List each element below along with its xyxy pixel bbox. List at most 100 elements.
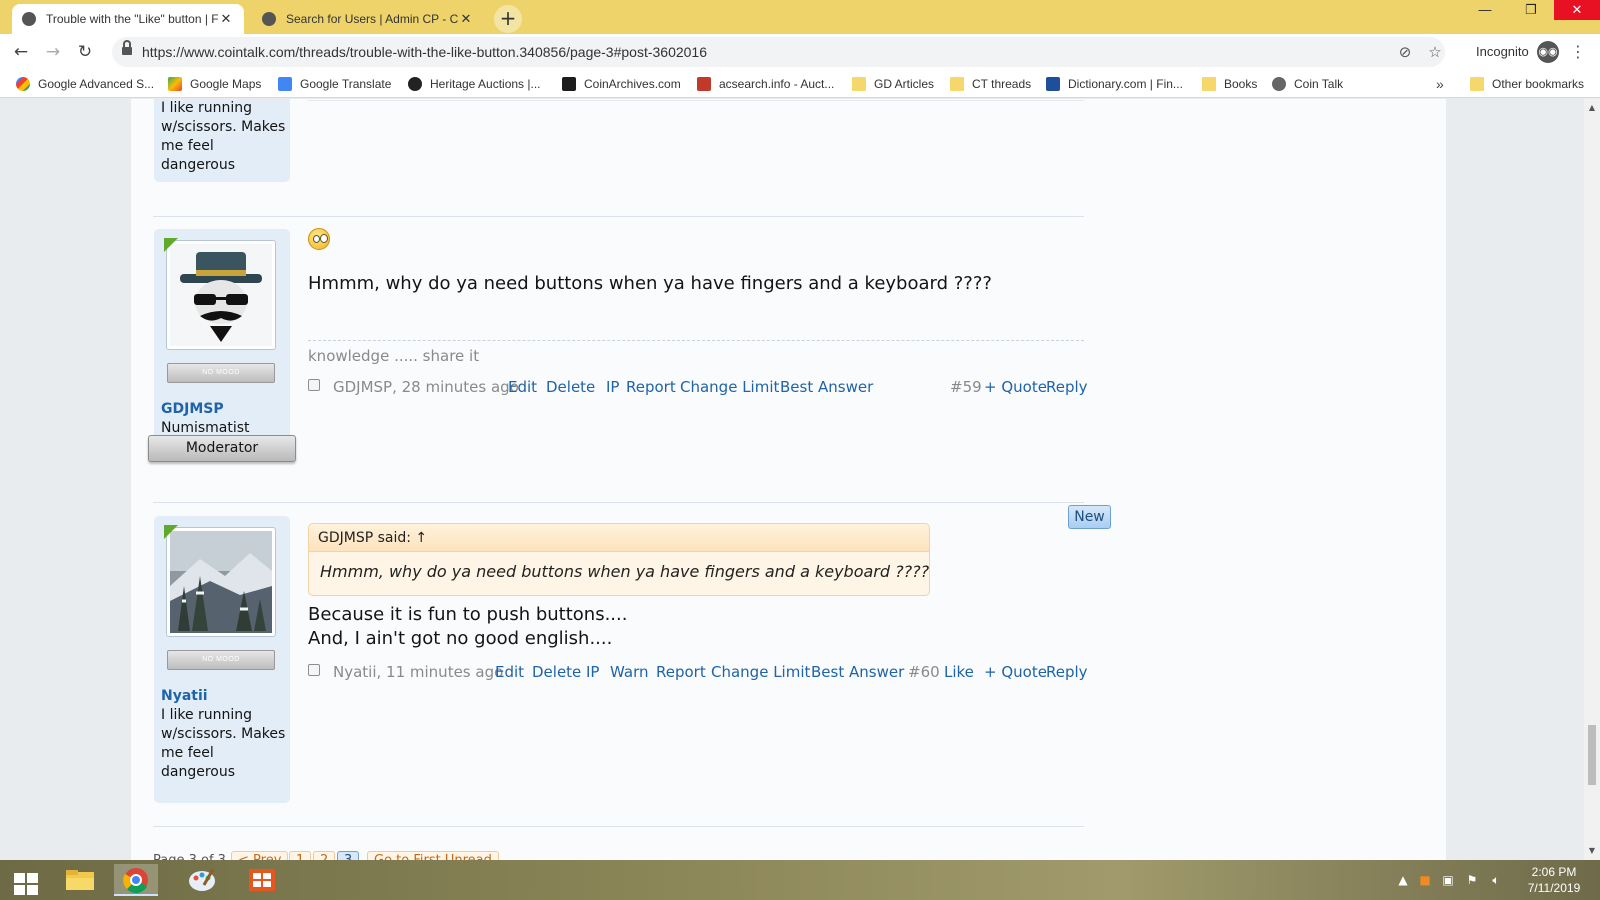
reply-link[interactable]: Reply bbox=[1046, 377, 1088, 397]
bookmark-label: Coin Talk bbox=[1294, 77, 1344, 91]
reload-icon[interactable]: ↻ bbox=[73, 40, 97, 64]
bookmark-gd-articles[interactable]: GD Articles bbox=[852, 70, 934, 98]
show-hidden-icons-chevron-icon[interactable]: ▲ bbox=[1396, 860, 1410, 900]
rolling-eyes-emoji-icon bbox=[308, 228, 330, 250]
change-limit-link[interactable]: Change Limit bbox=[711, 662, 810, 682]
quote-link[interactable]: + Quote bbox=[984, 377, 1047, 397]
select-post-checkbox[interactable] bbox=[308, 664, 320, 676]
url-text[interactable]: https://www.cointalk.com/threads/trouble… bbox=[142, 37, 707, 67]
incognito-icon[interactable]: ◉◉ bbox=[1537, 41, 1559, 63]
delete-link[interactable]: Delete bbox=[532, 662, 581, 682]
bookmark-coinarchives[interactable]: CoinArchives.com bbox=[562, 70, 681, 98]
username-link[interactable]: GDJMSP bbox=[161, 401, 224, 417]
page-1-button[interactable]: 1 bbox=[289, 851, 312, 860]
ip-link[interactable]: IP bbox=[586, 662, 599, 682]
online-indicator-icon bbox=[164, 238, 178, 252]
like-link[interactable]: Like bbox=[944, 662, 974, 682]
chrome-taskbar-icon[interactable] bbox=[114, 864, 158, 896]
bookmark-coin-talk[interactable]: Coin Talk bbox=[1272, 70, 1343, 98]
bookmark-dictionary[interactable]: Dictionary.com | Fin... bbox=[1046, 70, 1183, 98]
edit-link[interactable]: Edit bbox=[495, 662, 524, 682]
close-tab-icon[interactable]: ✕ bbox=[218, 11, 234, 27]
windows-logo-icon bbox=[14, 873, 38, 895]
best-answer-link[interactable]: Best Answer bbox=[780, 377, 873, 397]
close-window-button[interactable]: ✕ bbox=[1554, 0, 1600, 20]
page-2-button[interactable]: 2 bbox=[313, 851, 336, 860]
blocked-content-icon[interactable]: ⊘ bbox=[1396, 43, 1414, 61]
select-post-checkbox[interactable] bbox=[308, 379, 320, 391]
quote-link[interactable]: + Quote bbox=[984, 662, 1047, 682]
user-title: I like running w/scissors. Makes me feel… bbox=[161, 706, 286, 782]
page-scrollbar[interactable]: ▲ ▼ bbox=[1584, 99, 1600, 860]
post-separator bbox=[153, 502, 1084, 503]
quote-attribution-link[interactable]: GDJMSP said: ↑ bbox=[309, 524, 929, 552]
avatar-image bbox=[170, 531, 272, 633]
report-link[interactable]: Report bbox=[656, 662, 706, 682]
browser-menu-icon[interactable]: ⋮ bbox=[1570, 40, 1586, 64]
office-icon[interactable] bbox=[240, 864, 284, 896]
page-navigation: Page 3 of 3 < Prev 1 2 3 Go to First Unr… bbox=[153, 851, 553, 860]
username-link[interactable]: Nyatii bbox=[161, 688, 208, 704]
restore-window-button[interactable]: ❐ bbox=[1508, 0, 1554, 20]
nyatii-avatar[interactable] bbox=[164, 525, 276, 637]
bookmark-books[interactable]: Books bbox=[1202, 70, 1257, 98]
change-limit-link[interactable]: Change Limit bbox=[680, 377, 779, 397]
go-to-first-unread-button[interactable]: Go to First Unread bbox=[367, 851, 499, 860]
post-60-message-line: Because it is fun to push buttons.... bbox=[308, 604, 628, 625]
address-bar[interactable]: https://www.cointalk.com/threads/trouble… bbox=[112, 37, 1445, 67]
bookmark-label: Heritage Auctions |... bbox=[430, 77, 541, 91]
start-button[interactable] bbox=[2, 864, 46, 896]
bookmark-ct-threads[interactable]: CT threads bbox=[950, 70, 1031, 98]
bookmark-heritage-auctions[interactable]: Heritage Auctions |... bbox=[408, 70, 541, 98]
bookmark-acsearch[interactable]: acsearch.info - Auct... bbox=[697, 70, 834, 98]
ip-link[interactable]: IP bbox=[606, 377, 619, 397]
bookmark-star-icon[interactable]: ☆ bbox=[1426, 43, 1444, 61]
post-number-link[interactable]: #59 bbox=[950, 377, 982, 397]
system-clock[interactable]: 2:06 PM 7/11/2019 bbox=[1518, 864, 1590, 896]
back-arrow-icon[interactable]: ← bbox=[9, 40, 33, 64]
windows-taskbar: ▲ ■ ▣ ⚑ 🔈︎ 2:06 PM 7/11/2019 bbox=[0, 860, 1600, 900]
prev-page-button[interactable]: < Prev bbox=[231, 851, 289, 860]
dictionary-icon bbox=[1046, 77, 1060, 91]
action-center-flag-icon[interactable]: ⚑ bbox=[1464, 860, 1480, 900]
tab-search-users-admin[interactable]: Search for Users | Admin CP - Co ✕ bbox=[252, 4, 484, 34]
network-icon[interactable]: ▣ bbox=[1440, 860, 1456, 900]
reply-link[interactable]: Reply bbox=[1046, 662, 1088, 682]
best-answer-link[interactable]: Best Answer bbox=[811, 662, 904, 682]
gdjmsp-avatar[interactable] bbox=[164, 238, 276, 350]
volume-icon[interactable]: 🔈︎ bbox=[1488, 860, 1504, 900]
other-bookmarks[interactable]: Other bookmarks bbox=[1470, 70, 1584, 98]
scroll-down-icon[interactable]: ▼ bbox=[1584, 844, 1600, 858]
paint-icon[interactable] bbox=[180, 864, 224, 896]
bookmark-google-maps[interactable]: Google Maps bbox=[168, 70, 261, 98]
post-author-time[interactable]: GDJMSP, 28 minutes ago bbox=[333, 377, 519, 397]
minimize-window-button[interactable]: — bbox=[1462, 0, 1508, 20]
scroll-up-icon[interactable]: ▲ bbox=[1584, 101, 1600, 115]
file-explorer-icon[interactable] bbox=[58, 864, 102, 896]
page-3-button[interactable]: 3 bbox=[337, 851, 360, 860]
quote-text: Hmmm, why do ya need buttons when ya hav… bbox=[320, 562, 930, 581]
edit-link[interactable]: Edit bbox=[508, 377, 537, 397]
close-tab-icon[interactable]: ✕ bbox=[458, 11, 474, 27]
warn-link[interactable]: Warn bbox=[610, 662, 648, 682]
new-tab-button[interactable]: + bbox=[494, 5, 522, 33]
more-bookmarks-chevron-icon[interactable]: » bbox=[1436, 70, 1444, 98]
site-favicon-icon bbox=[22, 12, 36, 26]
acsearch-icon bbox=[697, 77, 711, 91]
bookmark-google-advanced-search[interactable]: Google Advanced S... bbox=[16, 70, 154, 98]
tab-trouble-with-like-button[interactable]: Trouble with the "Like" button | F ✕ bbox=[12, 4, 244, 34]
bookmark-google-translate[interactable]: Google Translate bbox=[278, 70, 391, 98]
mood-indicator: NO MOOD bbox=[167, 363, 275, 383]
bookmark-label: CT threads bbox=[972, 77, 1032, 91]
browser-tab-strip: Trouble with the "Like" button | F ✕ Sea… bbox=[0, 0, 1600, 34]
user-title-line: me feel bbox=[161, 138, 214, 154]
post-number-link[interactable]: #60 bbox=[908, 662, 940, 682]
scrollbar-thumb[interactable] bbox=[1588, 725, 1596, 785]
post-author-time[interactable]: Nyatii, 11 minutes ago bbox=[333, 662, 503, 682]
forward-arrow-icon[interactable]: → bbox=[41, 40, 65, 64]
report-link[interactable]: Report bbox=[626, 377, 676, 397]
office-tray-icon[interactable]: ■ bbox=[1418, 860, 1432, 900]
translate-icon bbox=[278, 77, 292, 91]
delete-link[interactable]: Delete bbox=[546, 377, 595, 397]
bookmark-label: acsearch.info - Auct... bbox=[719, 77, 835, 91]
